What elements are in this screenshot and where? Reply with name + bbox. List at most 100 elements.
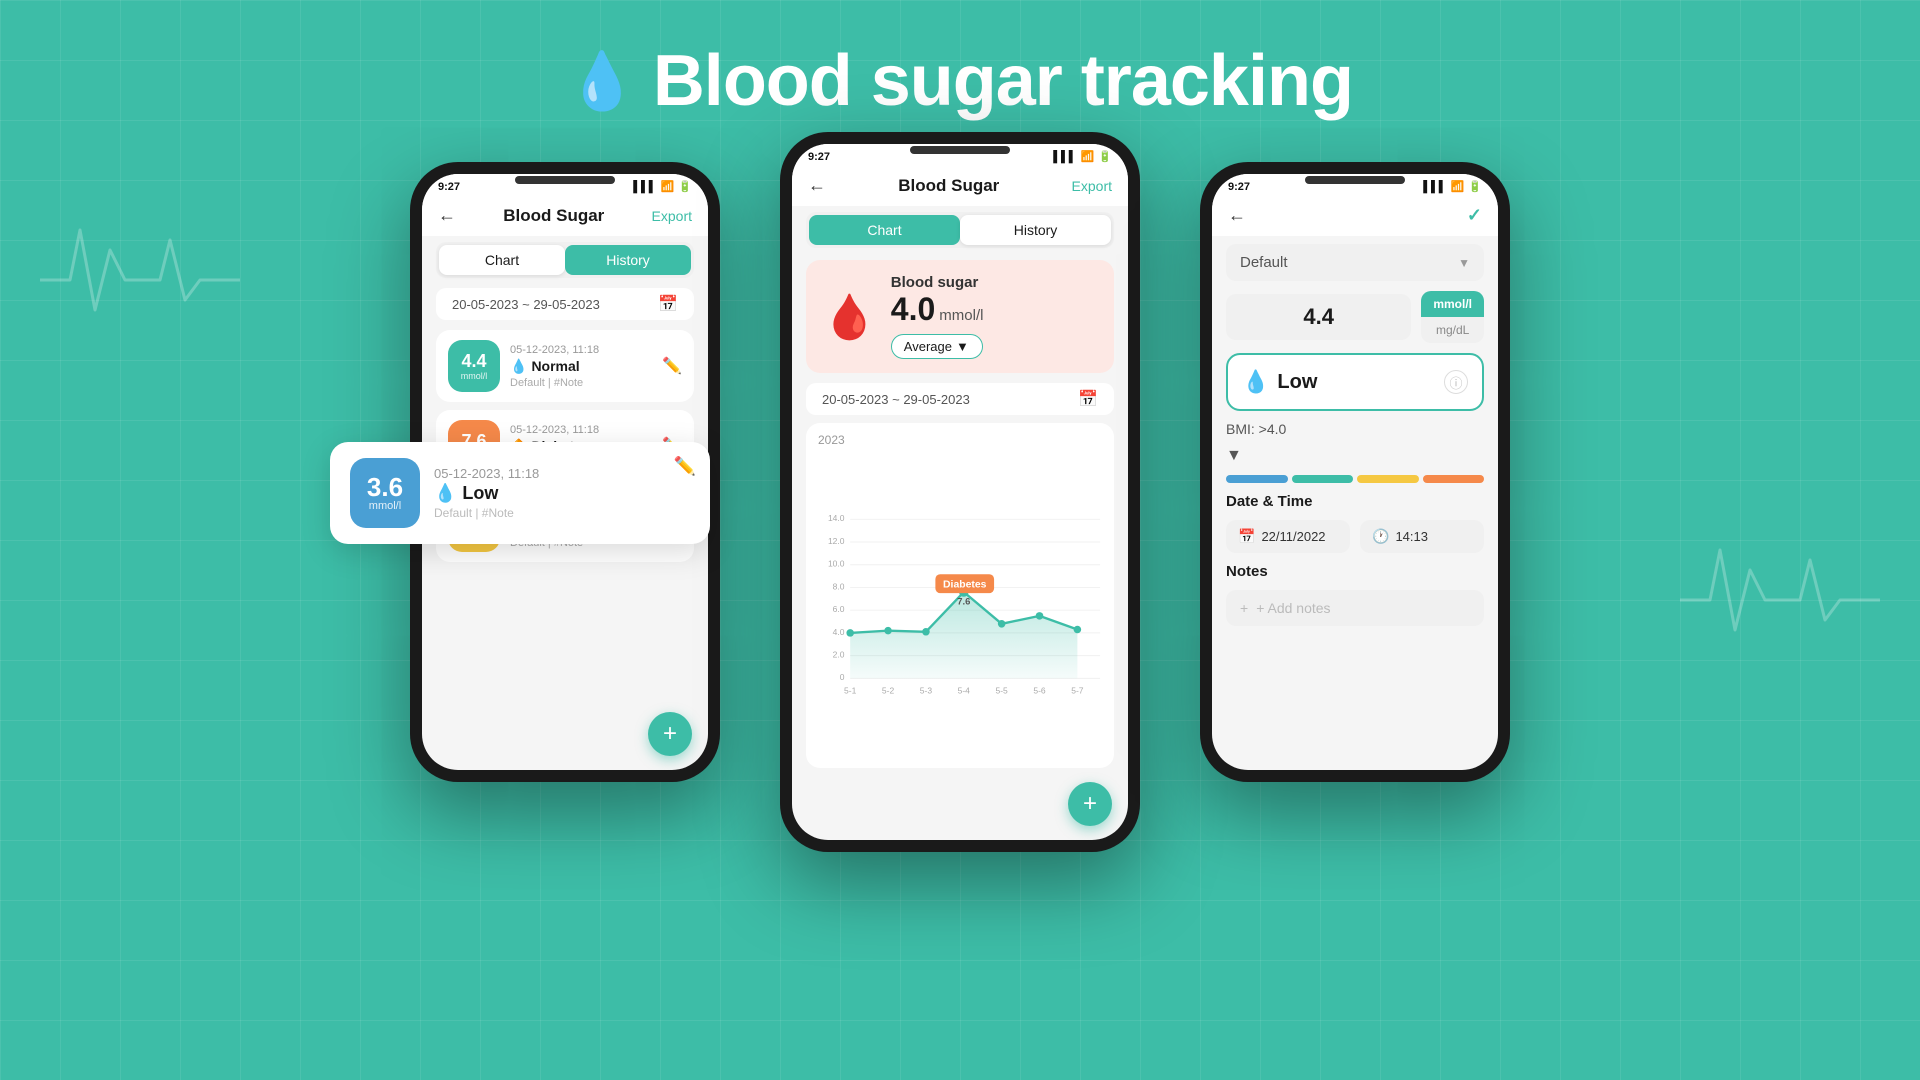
phone-3-back-button[interactable]: ←: [1228, 205, 1246, 226]
battery-icon: 🔋: [678, 180, 692, 193]
phone-2-chart-section: 2023 14.0 12.0 10.0 8.0 6.0 4.0 2.0 0: [806, 423, 1114, 768]
phone-2-export-button[interactable]: Export: [1072, 178, 1112, 194]
svg-text:Diabetes: Diabetes: [943, 579, 987, 590]
page-header: 💧 Blood sugar tracking: [0, 0, 1920, 152]
phone-1-app-header: ← Blood Sugar Export: [422, 197, 708, 236]
entry-normal: 4.4 mmol/l 05-12-2023, 11:18 💧 Normal De…: [436, 330, 694, 402]
wifi-icon: 📶: [661, 180, 675, 193]
bmi-label: BMI: >4.0: [1226, 421, 1484, 437]
phone-3-status-icons: ▌▌▌ 📶 🔋: [1423, 180, 1482, 193]
hero-label: Blood sugar: [891, 274, 984, 291]
floating-status-text: Low: [462, 483, 498, 504]
phone-2-back-button[interactable]: ←: [808, 175, 826, 196]
unit-toggle: mmol/l mg/dL: [1421, 291, 1484, 343]
phone-1-back-button[interactable]: ←: [438, 205, 456, 226]
value-row: 4.4 mmol/l mg/dL: [1226, 291, 1484, 343]
mgdl-unit-button[interactable]: mg/dL: [1421, 317, 1484, 343]
floating-badge: 3.6 mmol/l: [350, 458, 420, 528]
value-input-field[interactable]: 4.4: [1226, 294, 1411, 340]
phone-3-form-content: Default ▼ 4.4 mmol/l mg/dL 💧 Low: [1212, 236, 1498, 770]
floating-value: 3.6: [367, 474, 403, 500]
phone-1-status-icons: ▌▌▌ 📶 🔋: [633, 180, 692, 193]
time-field[interactable]: 🕐 14:13: [1360, 520, 1484, 553]
time-value: 14:13: [1395, 529, 1428, 544]
signal-icon-3: ▌▌▌: [1423, 181, 1446, 193]
phone-1-date-text: 20-05-2023 ~ 29-05-2023: [452, 297, 600, 312]
ecg-decoration-left: [40, 200, 240, 350]
phone-3-check-button[interactable]: ✓: [1467, 205, 1482, 226]
date-value: 22/11/2022: [1261, 529, 1325, 544]
color-bar-teal: [1292, 475, 1354, 483]
info-icon[interactable]: ⓘ: [1444, 370, 1468, 394]
phone-3-frame: 9:27 ▌▌▌ 📶 🔋 ← ✓ Default ▼: [1200, 162, 1510, 782]
dropdown-field[interactable]: Default ▼: [1226, 244, 1484, 281]
entry-badge-normal: 4.4 mmol/l: [448, 340, 500, 392]
signal-icon-2: ▌▌▌: [1053, 151, 1076, 163]
phone-2-frame: 9:27 ▌▌▌ 📶 🔋 ← Blood Sugar Export Chart …: [780, 132, 1140, 852]
phone-2-date-range: 20-05-2023 ~ 29-05-2023 📅: [806, 383, 1114, 415]
phone-1-notch: [515, 176, 615, 184]
phone-2-notch: [910, 146, 1010, 154]
ecg-decoration-right: [1680, 520, 1880, 670]
phone-2-fab[interactable]: +: [1068, 782, 1112, 826]
floating-info: 05-12-2023, 11:18 💧 Low Default | #Note: [434, 466, 539, 520]
clock-icon-form: 🕐: [1372, 528, 1389, 545]
phone-3-screen: 9:27 ▌▌▌ 📶 🔋 ← ✓ Default ▼: [1212, 174, 1498, 770]
svg-text:10.0: 10.0: [828, 559, 845, 569]
svg-text:2.0: 2.0: [833, 650, 845, 660]
phone-2-tab-history[interactable]: History: [960, 215, 1111, 245]
phone-2-time: 9:27: [808, 151, 830, 163]
entry-value-normal: 4.4: [461, 352, 486, 370]
floating-timestamp: 05-12-2023, 11:18: [434, 466, 539, 481]
avg-dropdown[interactable]: Average ▼: [891, 334, 984, 359]
svg-text:5-6: 5-6: [1033, 685, 1046, 695]
blood-drop-icon: 🩸: [822, 291, 877, 343]
phone-3-notch: [1305, 176, 1405, 184]
phone-1-tab-history[interactable]: History: [565, 245, 691, 275]
signal-icon: ▌▌▌: [633, 181, 656, 193]
entry-meta-normal: Default | #Note: [510, 377, 652, 389]
phone-2-tab-bar: Chart History: [806, 212, 1114, 248]
notes-field[interactable]: + + Add notes: [1226, 590, 1484, 626]
svg-text:5-4: 5-4: [958, 685, 971, 695]
phone-3-app-header: ← ✓: [1212, 197, 1498, 236]
add-notes-icon: +: [1240, 600, 1248, 616]
entry-status-normal: 💧 Normal: [510, 358, 652, 375]
wifi-icon-2: 📶: [1081, 150, 1095, 163]
phone-2-calendar-icon[interactable]: 📅: [1078, 389, 1098, 409]
dropdown-arrow-icon: ▼: [1458, 256, 1470, 270]
phone-1-export-button[interactable]: Export: [652, 208, 692, 224]
drop-icon-floating: 💧: [434, 483, 456, 504]
color-bar-orange: [1423, 475, 1485, 483]
phone-1-tab-chart[interactable]: Chart: [439, 245, 565, 275]
phone-2-tab-chart[interactable]: Chart: [809, 215, 960, 245]
floating-meta: Default | #Note: [434, 506, 539, 520]
calendar-icon[interactable]: 📅: [658, 294, 678, 314]
hero-unit: mmol/l: [939, 307, 983, 324]
entry-edit-normal[interactable]: ✏️: [662, 356, 682, 376]
phone-1-date-range: 20-05-2023 ~ 29-05-2023 📅: [436, 288, 694, 320]
entry-ts-normal: 05-12-2023, 11:18: [510, 344, 652, 356]
hero-info: Blood sugar 4.0 mmol/l Average ▼: [891, 274, 984, 359]
svg-text:5-7: 5-7: [1071, 685, 1084, 695]
svg-text:5-1: 5-1: [844, 685, 857, 695]
avg-arrow-icon: ▼: [956, 339, 969, 354]
color-bar-yellow: [1357, 475, 1419, 483]
svg-text:4.0: 4.0: [833, 627, 845, 637]
svg-text:5-3: 5-3: [920, 685, 933, 695]
phones-container: 9:27 ▌▌▌ 📶 🔋 ← Blood Sugar Export Chart …: [0, 152, 1920, 852]
battery-icon-2: 🔋: [1098, 150, 1112, 163]
svg-text:5-2: 5-2: [882, 685, 895, 695]
datetime-section-label: Date & Time: [1226, 493, 1484, 510]
svg-text:14.0: 14.0: [828, 513, 845, 523]
svg-text:12.0: 12.0: [828, 536, 845, 546]
svg-text:0: 0: [840, 672, 845, 682]
date-field[interactable]: 📅 22/11/2022: [1226, 520, 1350, 553]
wifi-icon-3: 📶: [1451, 180, 1465, 193]
chart-svg-container: 14.0 12.0 10.0 8.0 6.0 4.0 2.0 0: [818, 451, 1102, 758]
phone-1-fab[interactable]: +: [648, 712, 692, 756]
floating-edit-icon[interactable]: ✏️: [674, 456, 696, 477]
mmol-unit-button[interactable]: mmol/l: [1421, 291, 1484, 317]
entry-info-normal: 05-12-2023, 11:18 💧 Normal Default | #No…: [510, 344, 652, 389]
hero-number: 4.0: [891, 291, 935, 328]
